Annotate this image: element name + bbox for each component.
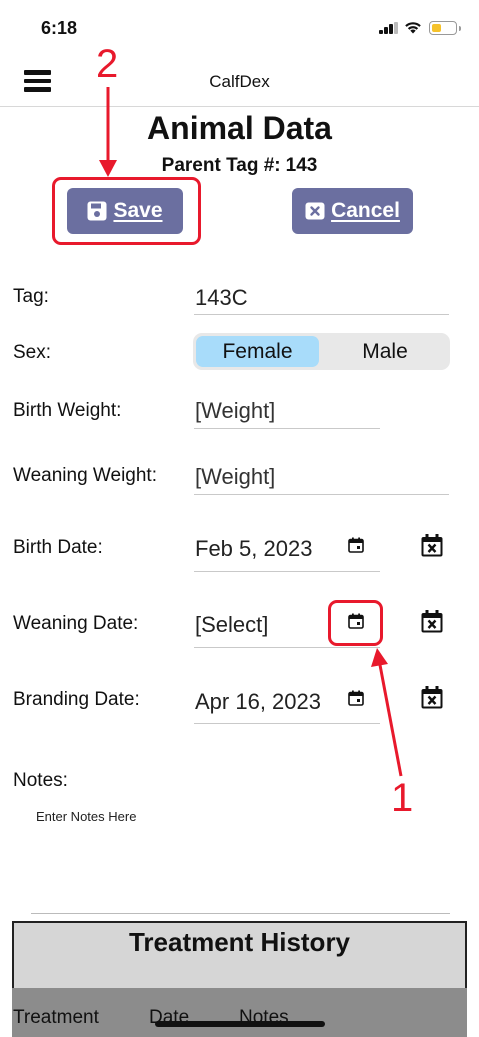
battery-icon xyxy=(429,21,461,35)
status-time: 6:18 xyxy=(41,18,78,38)
notes-textarea[interactable]: Enter Notes Here xyxy=(36,809,136,824)
x-box-icon xyxy=(305,202,325,220)
sex-label: Sex: xyxy=(13,342,52,363)
sex-option-female[interactable]: Female xyxy=(196,336,319,367)
branding-date-value[interactable]: Apr 16, 2023 xyxy=(195,689,321,715)
cellular-signal-icon xyxy=(379,22,399,34)
weaning-date-underline xyxy=(194,647,380,648)
sex-segmented-control[interactable]: Female Male xyxy=(193,333,450,370)
calendar-icon[interactable] xyxy=(348,537,364,553)
home-indicator xyxy=(155,1021,325,1027)
calendar-clear-icon[interactable] xyxy=(421,686,443,709)
weaning-weight-underline xyxy=(194,494,449,495)
annotation-box-save xyxy=(52,177,201,245)
birth-weight-underline xyxy=(194,428,380,429)
cancel-button-label: Cancel xyxy=(331,199,400,222)
annotation-step-2: 2 xyxy=(96,42,119,86)
weaning-weight-input[interactable]: [Weight] xyxy=(195,464,275,490)
parent-tag: Parent Tag #: 143 xyxy=(0,155,479,177)
weaning-date-value[interactable]: [Select] xyxy=(195,612,268,638)
treatment-history-title: Treatment History xyxy=(128,927,351,957)
weaning-weight-label: Weaning Weight: xyxy=(13,465,157,486)
calendar-clear-icon[interactable] xyxy=(421,610,443,633)
branding-date-underline xyxy=(194,723,380,724)
page-title: Animal Data xyxy=(147,110,332,146)
cancel-button[interactable]: Cancel xyxy=(292,188,413,234)
birth-weight-input[interactable]: [Weight] xyxy=(195,398,275,424)
branding-date-label: Branding Date: xyxy=(13,689,140,710)
header-divider xyxy=(0,106,479,107)
calendar-icon[interactable] xyxy=(348,690,364,706)
tag-input[interactable]: 143C xyxy=(195,285,248,311)
annotation-step-1: 1 xyxy=(391,776,414,820)
parent-tag-label: Parent Tag #: xyxy=(161,155,281,176)
app-title: CalfDex xyxy=(209,72,270,91)
wifi-icon xyxy=(405,22,421,34)
birth-date-underline xyxy=(194,571,380,572)
weaning-date-label: Weaning Date: xyxy=(13,613,139,634)
calendar-clear-icon[interactable] xyxy=(421,534,443,557)
tag-underline xyxy=(194,314,449,315)
tag-label: Tag: xyxy=(13,286,49,307)
birth-date-label: Birth Date: xyxy=(13,537,103,558)
section-divider xyxy=(31,913,450,914)
birth-weight-label: Birth Weight: xyxy=(13,400,122,421)
parent-tag-value: 143 xyxy=(285,155,318,176)
notes-label: Notes: xyxy=(13,770,68,791)
sex-option-male[interactable]: Male xyxy=(323,336,447,367)
birth-date-value[interactable]: Feb 5, 2023 xyxy=(195,536,312,562)
annotation-box-calendar xyxy=(328,600,383,646)
column-header-treatment: Treatment xyxy=(13,1007,99,1028)
